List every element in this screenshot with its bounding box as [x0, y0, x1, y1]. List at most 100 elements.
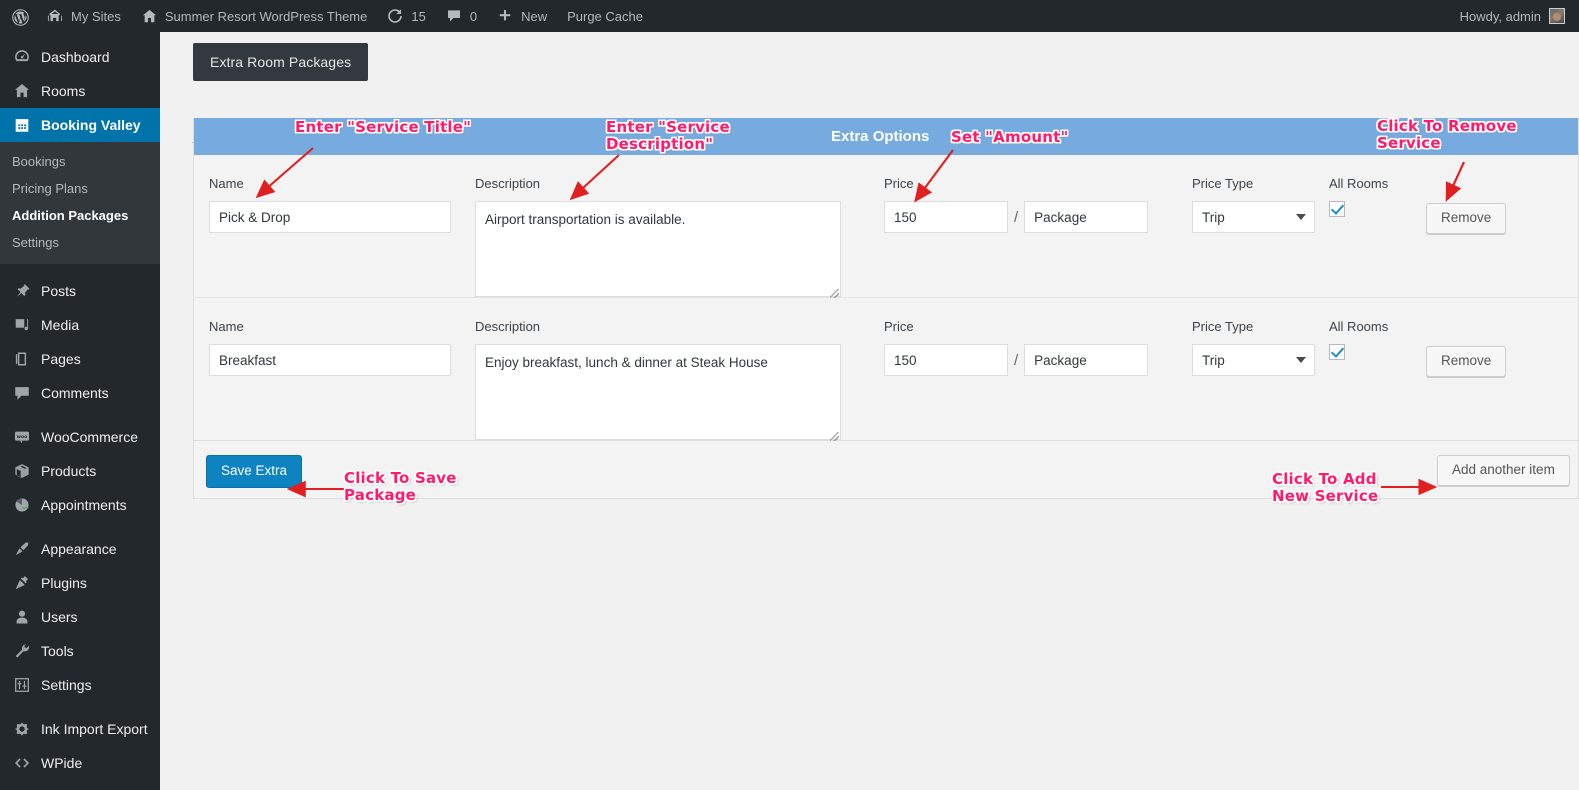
appointments-icon: [12, 495, 32, 515]
updates-icon: [387, 8, 404, 25]
sidebar-item-label: Tools: [41, 634, 74, 668]
pages-icon: [12, 349, 32, 369]
sidebar-item-label: Appointments: [41, 488, 127, 522]
remove-button-group: Remove: [1426, 203, 1506, 234]
sidebar-subitem-bookings[interactable]: Bookings: [0, 148, 160, 175]
price-separator: /: [1014, 352, 1018, 369]
sidebar-item-pages[interactable]: Pages: [0, 342, 160, 376]
sidebar-item-wpide[interactable]: WPide: [0, 746, 160, 780]
price-input[interactable]: [884, 344, 1008, 376]
remove-button[interactable]: Remove: [1426, 203, 1506, 234]
all-rooms-checkbox[interactable]: [1329, 201, 1345, 217]
comment-bubble-icon: [446, 8, 463, 25]
price-input[interactable]: [884, 201, 1008, 233]
panel-footer: Save Extra Add another item: [194, 441, 1578, 498]
admin-bar: My Sites Summer Resort WordPress Theme 1…: [0, 0, 1579, 32]
price-type-select-wrap: Trip: [1192, 201, 1315, 233]
sidebar-item-label: WPide: [41, 746, 82, 780]
sidebar-item-woocommerce[interactable]: woo WooCommerce: [0, 420, 160, 454]
panel-header-bar: Extra Options: [194, 118, 1578, 155]
sidebar-subitem-pricing-plans[interactable]: Pricing Plans: [0, 175, 160, 202]
gear-icon: [12, 719, 32, 739]
name-label: Name: [209, 319, 451, 334]
all-rooms-field-group: All Rooms: [1329, 319, 1388, 363]
account-menu[interactable]: Howdy, admin: [1460, 8, 1579, 24]
sidebar-item-label: Booking Valley: [41, 108, 141, 142]
sidebar-item-tools[interactable]: Tools: [0, 634, 160, 668]
price-unit-input[interactable]: [1024, 201, 1148, 233]
sidebar-item-comments[interactable]: Comments: [0, 376, 160, 410]
site-name-menu[interactable]: Summer Resort WordPress Theme: [131, 0, 378, 32]
price-label: Price: [884, 176, 1148, 191]
comments-count: 0: [470, 9, 477, 24]
svg-text:woo: woo: [17, 435, 28, 440]
sidebar-subitem-addition-packages[interactable]: Addition Packages: [0, 202, 160, 229]
new-content-menu[interactable]: New: [487, 0, 557, 32]
price-type-label: Price Type: [1192, 176, 1315, 191]
media-icon: [12, 315, 32, 335]
sidebar-separator: [0, 522, 160, 532]
sidebar-item-dashboard[interactable]: Dashboard: [0, 40, 160, 74]
price-unit-input[interactable]: [1024, 344, 1148, 376]
service-description-textarea[interactable]: Enjoy breakfast, lunch & dinner at Steak…: [475, 344, 841, 440]
paintbrush-icon: [12, 539, 32, 559]
comments-menu[interactable]: 0: [436, 0, 487, 32]
sidebar-item-rooms[interactable]: Rooms: [0, 74, 160, 108]
all-rooms-label: All Rooms: [1329, 319, 1388, 334]
sidebar-item-label: Rooms: [41, 74, 85, 108]
sidebar-separator: [0, 702, 160, 712]
service-name-input[interactable]: [209, 201, 451, 233]
price-inputs: /: [884, 344, 1148, 376]
service-name-input[interactable]: [209, 344, 451, 376]
sidebar-item-label: Posts: [41, 274, 76, 308]
remove-button[interactable]: Remove: [1426, 346, 1506, 377]
main-content: Extra Room Packages Adding room's servic…: [160, 32, 1579, 790]
price-type-select-wrap: Trip: [1192, 344, 1315, 376]
sidebar-item-products[interactable]: Products: [0, 454, 160, 488]
sidebar-item-posts[interactable]: Posts: [0, 274, 160, 308]
sidebar-item-settings[interactable]: Settings: [0, 668, 160, 702]
sidebar-item-label: Comments: [41, 376, 109, 410]
price-field-group: Price /: [884, 176, 1148, 233]
sidebar-item-users[interactable]: Users: [0, 600, 160, 634]
site-name-label: Summer Resort WordPress Theme: [165, 9, 368, 24]
updates-menu[interactable]: 15: [377, 0, 435, 32]
all-rooms-checkbox[interactable]: [1329, 344, 1345, 360]
price-type-select[interactable]: Trip: [1192, 201, 1315, 233]
wordpress-logo-button[interactable]: [0, 0, 37, 32]
sidebar-item-appearance[interactable]: Appearance: [0, 532, 160, 566]
purge-cache-menu[interactable]: Purge Cache: [557, 0, 653, 32]
price-type-select[interactable]: Trip: [1192, 344, 1315, 376]
description-textarea-wrap: Enjoy breakfast, lunch & dinner at Steak…: [475, 344, 841, 443]
sidebar-item-label: Appearance: [41, 532, 117, 566]
name-field-group: Name: [209, 176, 451, 233]
dashboard-icon: [12, 47, 32, 67]
save-extra-button[interactable]: Save Extra: [206, 455, 302, 488]
sidebar-submenu-booking-valley: Bookings Pricing Plans Addition Packages…: [0, 142, 160, 264]
price-type-field-group: Price Type Trip: [1192, 319, 1315, 376]
wordpress-logo-icon: [11, 8, 28, 25]
sidebar-item-label: WooCommerce: [41, 420, 138, 454]
sidebar-item-booking-valley[interactable]: Booking Valley: [0, 108, 160, 142]
wrench-icon: [12, 641, 32, 661]
code-brackets-icon: [12, 753, 32, 773]
sidebar-item-ink-import-export[interactable]: Ink Import Export: [0, 712, 160, 746]
add-another-item-button[interactable]: Add another item: [1437, 455, 1570, 486]
sidebar-item-media[interactable]: Media: [0, 308, 160, 342]
table-row: Name Description Enjoy breakfast, lunch …: [194, 298, 1578, 441]
price-inputs: /: [884, 201, 1148, 233]
products-box-icon: [12, 461, 32, 481]
plus-icon: [497, 8, 514, 25]
price-type-field-group: Price Type Trip: [1192, 176, 1315, 233]
sidebar-item-appointments[interactable]: Appointments: [0, 488, 160, 522]
pin-icon: [12, 281, 32, 301]
sidebar-subitem-settings[interactable]: Settings: [0, 229, 160, 256]
page-title[interactable]: Extra Room Packages: [193, 43, 368, 81]
sidebar-item-plugins[interactable]: Plugins: [0, 566, 160, 600]
my-sites-label: My Sites: [71, 9, 121, 24]
description-label: Description: [475, 319, 841, 334]
my-sites-menu[interactable]: My Sites: [37, 0, 131, 32]
service-description-textarea[interactable]: Airport transportation is available.: [475, 201, 841, 297]
sliders-icon: [12, 675, 32, 695]
description-textarea-wrap: Airport transportation is available.: [475, 201, 841, 300]
